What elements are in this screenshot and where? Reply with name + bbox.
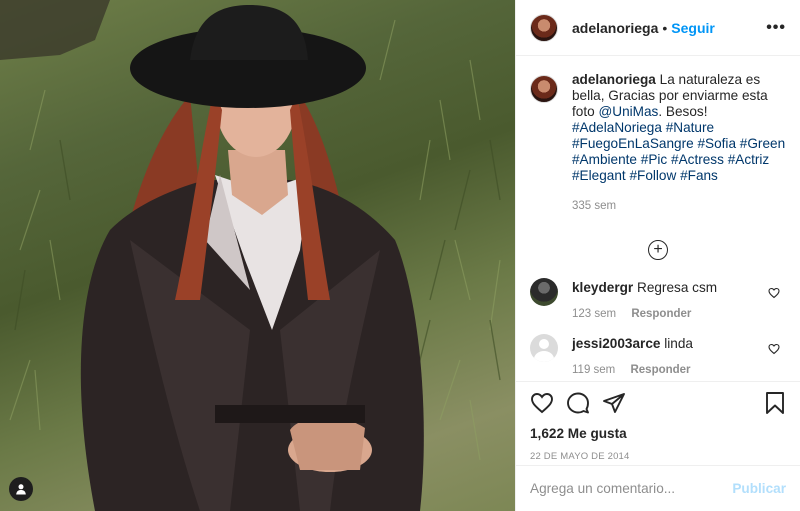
- commenter-avatar[interactable]: [530, 334, 558, 362]
- hashtag[interactable]: #Elegant: [572, 168, 626, 183]
- photo-scene: [0, 0, 501, 511]
- caption-username[interactable]: adelanoriega: [572, 72, 656, 87]
- comment-text-line: kleydergr Regresa csm: [572, 280, 786, 296]
- hashtag[interactable]: #Follow: [629, 168, 676, 183]
- comment-text-line: jessi2003arce linda: [572, 336, 786, 352]
- commenter-username[interactable]: jessi2003arce: [572, 336, 660, 351]
- author-username[interactable]: adelanoriega: [572, 20, 658, 36]
- comment-meta: 123 sem Responder: [572, 308, 786, 320]
- comment-heart-glyph: [768, 343, 780, 355]
- hashtag[interactable]: #Pic: [641, 152, 667, 167]
- share-icon[interactable]: [602, 391, 626, 415]
- caption-mention[interactable]: @UniMas: [598, 104, 658, 119]
- user-tag-icon[interactable]: [9, 477, 33, 501]
- separator-dot: •: [662, 19, 668, 36]
- comment-heart-icon[interactable]: [768, 342, 780, 358]
- post-header: adelanoriega • Seguir •••: [516, 0, 800, 56]
- follow-button[interactable]: Seguir: [671, 20, 715, 36]
- comment-time[interactable]: 123 sem: [572, 308, 616, 320]
- comments-section: adelanoriega La naturaleza es bella, Gra…: [516, 56, 800, 381]
- hashtag[interactable]: #Sofia: [697, 136, 736, 151]
- plus-circle-icon[interactable]: +: [648, 240, 668, 260]
- caption-after-mention: . Besos!: [658, 104, 708, 119]
- comment-heart-glyph: [768, 287, 780, 299]
- post-side-panel: adelanoriega • Seguir ••• adelanoriega L…: [515, 0, 800, 511]
- commenter-username[interactable]: kleydergr: [572, 280, 633, 295]
- more-icon[interactable]: •••: [766, 19, 786, 37]
- hashtag[interactable]: #Green: [740, 136, 785, 151]
- likes-count[interactable]: 1,622 Me gusta: [530, 426, 786, 441]
- comment-item: kleydergr Regresa csm 123 sem Responder: [530, 278, 786, 320]
- instagram-post: adelanoriega • Seguir ••• adelanoriega L…: [0, 0, 800, 511]
- comment-body: kleydergr Regresa csm 123 sem Responder: [572, 278, 786, 320]
- add-comment-bar: Publicar: [516, 465, 800, 511]
- hashtag[interactable]: #AdelaNoriega: [572, 120, 662, 135]
- comment-meta: 119 sem Responder: [572, 364, 786, 376]
- caption: adelanoriega La naturaleza es bella, Gra…: [530, 72, 786, 214]
- hashtag[interactable]: #Nature: [666, 120, 714, 135]
- comment-time[interactable]: 119 sem: [572, 364, 615, 376]
- hashtag[interactable]: #Fans: [680, 168, 718, 183]
- caption-time[interactable]: 335 sem: [572, 198, 786, 214]
- caption-hashtags: #AdelaNoriega #Nature #FuegoEnLaSangre #…: [572, 120, 785, 183]
- caption-body: adelanoriega La naturaleza es bella, Gra…: [572, 72, 786, 214]
- reply-button[interactable]: Responder: [630, 364, 690, 376]
- hashtag[interactable]: #Ambiente: [572, 152, 637, 167]
- reply-button[interactable]: Responder: [631, 308, 691, 320]
- post-actions: 1,622 Me gusta 22 DE MAYO DE 2014: [516, 381, 800, 465]
- post-date[interactable]: 22 DE MAYO DE 2014: [530, 451, 786, 462]
- comment-item: jessi2003arce linda 119 sem Responder: [530, 334, 786, 376]
- author-avatar[interactable]: [530, 13, 558, 42]
- commenter-avatar[interactable]: [530, 278, 558, 306]
- action-icons: [530, 390, 786, 416]
- comment-icon[interactable]: [566, 391, 590, 415]
- hashtag[interactable]: #Actress: [671, 152, 724, 167]
- comment-heart-icon[interactable]: [768, 286, 780, 302]
- hashtag[interactable]: #Actriz: [728, 152, 770, 167]
- caption-avatar[interactable]: [530, 75, 558, 103]
- hashtag[interactable]: #FuegoEnLaSangre: [572, 136, 694, 151]
- caption-text-block: adelanoriega La naturaleza es bella, Gra…: [572, 72, 786, 184]
- bookmark-icon[interactable]: [764, 391, 786, 415]
- comment-text: linda: [664, 336, 693, 351]
- publish-button[interactable]: Publicar: [732, 481, 786, 496]
- post-photo[interactable]: [0, 0, 515, 511]
- comment-body: jessi2003arce linda 119 sem Responder: [572, 334, 786, 376]
- comment-text: Regresa csm: [637, 280, 718, 295]
- comment-input[interactable]: [530, 481, 733, 496]
- user-tag-glyph: [16, 484, 26, 495]
- load-more-comments: +: [530, 240, 786, 260]
- heart-icon[interactable]: [530, 391, 554, 415]
